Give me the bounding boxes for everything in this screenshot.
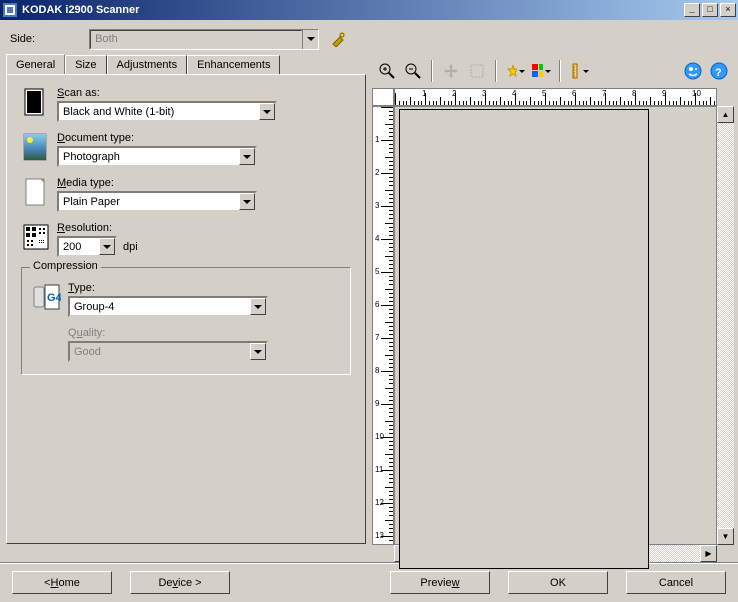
document-type-label: Document type: xyxy=(57,132,351,144)
scroll-down-icon[interactable]: ▼ xyxy=(717,528,734,545)
scan-as-label: Scan as: xyxy=(57,87,351,99)
window-title: KODAK i2900 Scanner xyxy=(22,4,682,16)
home-button[interactable]: < Home xyxy=(12,571,112,594)
preview-button[interactable]: Preview xyxy=(390,571,490,594)
chevron-down-icon xyxy=(99,238,115,255)
side-value: Both xyxy=(95,33,118,45)
ok-button[interactable]: OK xyxy=(508,571,608,594)
titlebar: KODAK i2900 Scanner _ □ × xyxy=(0,0,738,20)
scan-as-dropdown[interactable]: Black and White (1-bit) xyxy=(57,101,277,122)
chevron-down-icon xyxy=(250,343,266,360)
preview-page xyxy=(399,109,649,569)
chevron-down-icon xyxy=(519,70,525,76)
cancel-button[interactable]: Cancel xyxy=(626,571,726,594)
compression-type-icon: G4 xyxy=(32,282,62,312)
app-icon xyxy=(2,2,18,18)
document-type-dropdown[interactable]: Photograph xyxy=(57,146,257,167)
side-combo[interactable]: Both xyxy=(89,29,319,50)
compression-type-value: Group-4 xyxy=(70,301,250,313)
media-type-icon xyxy=(21,177,51,207)
preview-toolbar: ? xyxy=(372,54,734,88)
tab-adjustments[interactable]: Adjustments xyxy=(107,55,188,75)
chevron-down-icon xyxy=(250,298,266,315)
tab-strip: General Size Adjustments Enhancements xyxy=(6,54,366,74)
top-row: Side: Both xyxy=(0,20,738,54)
preview-canvas[interactable] xyxy=(394,106,717,545)
media-type-label: Media type: xyxy=(57,177,351,189)
region-button xyxy=(466,60,488,82)
device-button[interactable]: Device > xyxy=(130,571,230,594)
resolution-label: Resolution: xyxy=(57,222,351,234)
chevron-down-icon xyxy=(239,193,255,210)
ruler-vertical: 1234567891011121314 xyxy=(372,106,394,545)
preview-area: 12345678910 1234567891011121314 ▲ ▼ ◀ xyxy=(372,88,734,562)
tab-enhancements[interactable]: Enhancements xyxy=(187,55,280,75)
scan-as-value: Black and White (1-bit) xyxy=(59,106,259,118)
chevron-down-icon xyxy=(545,70,551,76)
media-type-dropdown[interactable]: Plain Paper xyxy=(57,191,257,212)
units-button[interactable] xyxy=(568,60,590,82)
resolution-unit: dpi xyxy=(123,241,138,253)
minimize-button[interactable]: _ xyxy=(684,3,700,17)
media-type-value: Plain Paper xyxy=(59,196,239,208)
close-button[interactable]: × xyxy=(720,3,736,17)
ruler-corner xyxy=(372,88,394,106)
scrollbar-vertical[interactable]: ▲ ▼ xyxy=(717,106,734,545)
chevron-down-icon xyxy=(583,70,589,76)
compression-group: Compression G4 Type: Group-4 xyxy=(21,267,351,375)
resolution-dropdown[interactable]: 200 xyxy=(57,236,117,257)
compression-quality-icon xyxy=(32,327,62,357)
svg-text:G4: G4 xyxy=(47,292,61,304)
chevron-down-icon xyxy=(239,148,255,165)
color-button[interactable] xyxy=(530,60,552,82)
compression-quality-label: Quality: xyxy=(68,327,340,339)
resolution-icon xyxy=(21,222,51,252)
compression-type-label: Type: xyxy=(68,282,340,294)
tab-page-general: Scan as: Black and White (1-bit) Documen… xyxy=(6,74,366,544)
compression-quality-value: Good xyxy=(70,346,250,358)
compression-type-dropdown[interactable]: Group-4 xyxy=(68,296,268,317)
zoom-out-button[interactable] xyxy=(402,60,424,82)
compression-legend: Compression xyxy=(30,260,101,272)
chevron-down-icon xyxy=(302,30,318,49)
side-label: Side: xyxy=(10,33,35,45)
help-button[interactable]: ? xyxy=(708,60,730,82)
document-type-value: Photograph xyxy=(59,151,239,163)
maximize-button[interactable]: □ xyxy=(702,3,718,17)
compression-quality-dropdown: Good xyxy=(68,341,268,362)
svg-text:?: ? xyxy=(715,67,722,79)
pan-button xyxy=(440,60,462,82)
ruler-horizontal: 12345678910 xyxy=(394,88,717,106)
info-button[interactable] xyxy=(682,60,704,82)
scan-as-icon xyxy=(21,87,51,117)
resolution-value: 200 xyxy=(59,241,99,253)
auto-button[interactable] xyxy=(504,60,526,82)
zoom-in-button[interactable] xyxy=(376,60,398,82)
tab-general[interactable]: General xyxy=(6,54,65,74)
document-type-icon xyxy=(21,132,51,162)
side-settings-button[interactable] xyxy=(327,28,349,50)
tab-size[interactable]: Size xyxy=(65,55,106,75)
scroll-right-icon[interactable]: ▶ xyxy=(700,545,717,562)
chevron-down-icon xyxy=(259,103,275,120)
scroll-up-icon[interactable]: ▲ xyxy=(717,106,734,123)
